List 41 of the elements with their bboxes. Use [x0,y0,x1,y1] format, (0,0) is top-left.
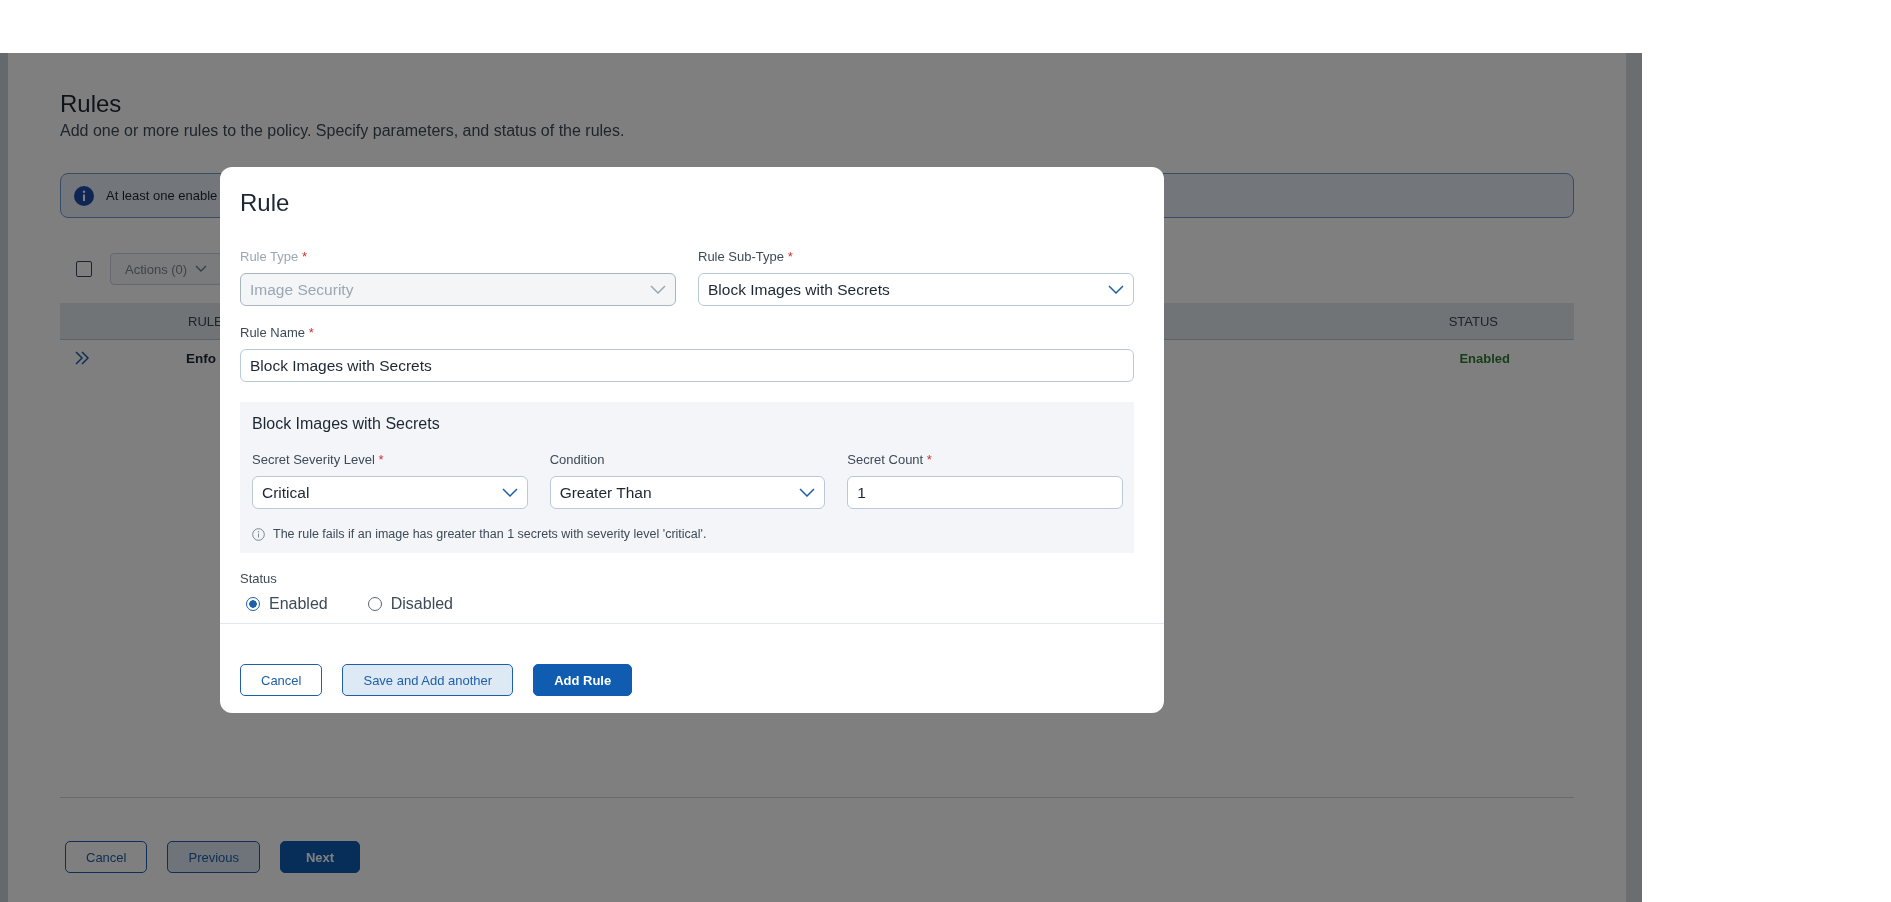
dropdown[interactable]: Critical [252,476,528,509]
field-label: Rule Sub-Type * [698,249,794,265]
radio-label: Disabled [390,595,453,613]
field-label: Rule Type * [240,249,308,265]
info-icon [74,185,94,206]
select-all-checkbox[interactable] [76,261,92,277]
input-field[interactable]: Block Images with Secrets [240,349,1134,382]
dropdown: Image Security [240,273,676,306]
cancel-button[interactable]: Cancel [240,664,323,696]
table-cell: Enfo [186,350,216,366]
page-title: Rules [60,89,123,119]
caret-icon [1108,285,1124,294]
radio-option[interactable]: Enabled [246,595,328,613]
status-text: Enabled [1459,350,1510,366]
field-label: Secret Severity Level * [252,452,385,468]
dropdown[interactable]: Block Images with Secrets [698,273,1134,306]
banner-text: At least one enable [106,188,218,203]
caret-icon [799,488,816,497]
dropdown[interactable]: Greater Than [549,476,826,509]
caret-icon [195,265,208,273]
primary-button[interactable]: Add Rule [533,664,633,696]
page-subtitle: Add one or more rules to the policy. Specify parameters, and status of the rules. [60,121,626,141]
field-label: Status [240,571,278,586]
input-field[interactable]: 1 [847,476,1123,509]
info-icon [252,527,265,541]
field-label: Rule Name * [240,325,315,341]
radio-button[interactable] [367,597,382,611]
radio-option[interactable]: Disabled [367,595,453,613]
section-title: Block Images with Secrets [252,414,441,434]
expand-button[interactable] [74,351,90,365]
radio-label: Enabled [269,595,328,613]
double-chevron-icon [74,351,90,365]
hint-text: The rule fails if an image has greater than 1 secrets with severity level 'critical'. [273,527,707,541]
caret-icon [501,488,518,497]
caret-icon [650,285,666,294]
field-label: Condition [549,452,606,468]
secondary-button[interactable]: Save and Add another [342,664,514,696]
dialog-title: Rule [240,188,291,218]
column-header: STATUS [1448,313,1498,329]
radio-button[interactable] [246,597,260,611]
field-label: Secret Count * [847,452,933,468]
